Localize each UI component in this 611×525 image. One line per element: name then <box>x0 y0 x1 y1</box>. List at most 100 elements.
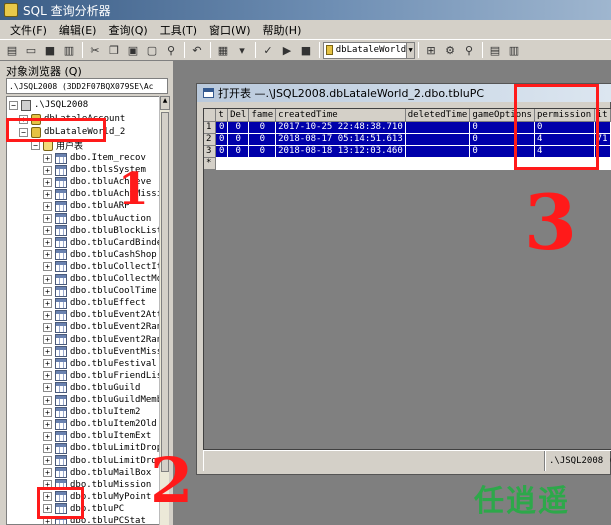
tree-table-node[interactable]: + dbo.tbluEffect <box>43 297 146 309</box>
tree-table-node[interactable]: + dbo.tbluCardBinder <box>43 237 167 249</box>
paste-icon[interactable]: ▣ <box>124 41 142 59</box>
object-tree[interactable]: − .\JSQL2008 + dbLataleAccount − dbLatal… <box>6 96 168 525</box>
tree-table-node[interactable]: + dbo.tbluItem2 <box>43 406 140 418</box>
expand-icon[interactable]: + <box>43 189 52 199</box>
tree-table-node[interactable]: + dbo.tbluFestival <box>43 358 157 370</box>
expand-icon[interactable]: + <box>43 201 52 211</box>
menu-tools[interactable]: 工具(T) <box>154 22 203 38</box>
grid-cell[interactable]: 0 <box>248 121 277 134</box>
tree-table-node[interactable]: + dbo.tbluMailBox <box>43 467 151 479</box>
tree-table-node[interactable]: + dbo.tbluEventMissio <box>43 346 167 358</box>
grid-cell[interactable] <box>405 145 471 158</box>
check-icon[interactable]: ✓ <box>259 41 277 59</box>
scrollbar-thumb[interactable] <box>161 112 169 472</box>
window-list-icon[interactable]: ▥ <box>505 41 523 59</box>
tree-table-node[interactable]: + dbo.tbluCollectItem <box>43 261 167 273</box>
tree-table-node[interactable]: + dbo.tbluCashShop <box>43 249 157 261</box>
menu-edit[interactable]: 编辑(E) <box>53 22 103 38</box>
grid-cell[interactable]: 0 <box>215 121 229 134</box>
expand-icon[interactable]: + <box>43 153 52 163</box>
tree-table-node[interactable]: + dbo.tbluItemExt <box>43 430 151 442</box>
new-query-icon[interactable]: ▤ <box>3 41 21 59</box>
expand-icon[interactable]: + <box>43 310 52 320</box>
grid-cell[interactable] <box>405 133 471 146</box>
grid-cell[interactable] <box>227 157 250 170</box>
column-header[interactable]: fame <box>248 109 277 122</box>
grid-cell[interactable]: 2018-08-18 13:12:03.460 <box>275 145 406 158</box>
grid-cell[interactable] <box>275 157 406 170</box>
chevron-down-icon[interactable]: ▾ <box>233 41 251 59</box>
tree-table-node[interactable]: + dbo.tbluAchvMission <box>43 188 167 200</box>
expand-icon[interactable]: + <box>43 274 52 284</box>
print-icon[interactable]: ▥ <box>60 41 78 59</box>
tree-table-node[interactable]: + dbo.tbluGuildMember <box>43 394 167 406</box>
scroll-up-icon[interactable]: ▲ <box>160 96 170 110</box>
expand-icon[interactable]: + <box>43 238 52 248</box>
open-icon[interactable]: ▭ <box>22 41 40 59</box>
expand-icon[interactable]: + <box>43 250 52 260</box>
expand-icon[interactable]: + <box>43 226 52 236</box>
expand-icon[interactable]: + <box>43 419 52 429</box>
new-row-marker[interactable]: * <box>204 157 217 170</box>
collapse-icon[interactable]: − <box>9 100 18 110</box>
expand-icon[interactable]: + <box>43 407 52 417</box>
grid-cell[interactable]: 0 <box>215 133 229 146</box>
undo-icon[interactable]: ↶ <box>188 41 206 59</box>
menu-query[interactable]: 查询(Q) <box>102 22 153 38</box>
expand-icon[interactable]: + <box>43 395 52 405</box>
expand-icon[interactable]: + <box>43 347 52 357</box>
grid-cell[interactable]: 0 <box>248 145 277 158</box>
row-header[interactable]: 1 <box>204 121 217 134</box>
properties-icon[interactable]: ▤ <box>486 41 504 59</box>
grid-cell[interactable]: 2018-08-17 05:14:51.613 <box>275 133 406 146</box>
expand-icon[interactable]: + <box>43 456 52 465</box>
tree-table-node[interactable]: + dbo.tbluBlockList <box>43 225 162 237</box>
expand-icon[interactable]: + <box>43 335 52 344</box>
expand-icon[interactable]: + <box>43 262 52 272</box>
tree-table-node[interactable]: + dbo.tbluEvent2Rank <box>43 321 167 333</box>
grid-cell[interactable]: 0 <box>227 121 250 134</box>
expand-icon[interactable]: + <box>43 359 52 369</box>
tree-table-node[interactable]: + dbo.tbluEvent2Ranki <box>43 334 167 346</box>
grid-results-icon[interactable]: ▦ <box>214 41 232 59</box>
expand-icon[interactable]: + <box>43 322 52 332</box>
row-header[interactable]: 3 <box>204 145 217 158</box>
tree-table-node[interactable]: + dbo.tbluCoolTime <box>43 285 157 297</box>
tree-table-node[interactable]: + dbo.tbluEvent2Atten <box>43 309 167 321</box>
expand-icon[interactable]: + <box>43 298 52 308</box>
column-header[interactable]: Del <box>227 109 250 122</box>
stop-icon[interactable]: ■ <box>297 41 315 59</box>
grid-cell[interactable] <box>405 157 471 170</box>
server-combo[interactable]: .\JSQL2008 (3DD2F07BQX079SE\Ac <box>6 78 168 94</box>
grid-cell[interactable] <box>215 157 229 170</box>
object-browser-icon[interactable]: ⊞ <box>422 41 440 59</box>
row-header[interactable]: 2 <box>204 133 217 146</box>
clear-icon[interactable]: ▢ <box>143 41 161 59</box>
database-select[interactable]: dbLataleWorld ▼ <box>323 41 415 59</box>
expand-icon[interactable]: + <box>43 468 52 478</box>
tree-table-node[interactable]: + dbo.Item_recov <box>43 152 146 164</box>
column-header[interactable]: t <box>215 109 229 122</box>
expand-icon[interactable]: + <box>43 214 52 223</box>
copy-icon[interactable]: ❐ <box>105 41 123 59</box>
column-header[interactable]: deletedTime <box>405 109 471 122</box>
grid-cell[interactable] <box>248 157 277 170</box>
tree-table-node[interactable]: + dbo.tbluARP <box>43 200 130 212</box>
menu-help[interactable]: 帮助(H) <box>257 22 308 38</box>
expand-icon[interactable]: + <box>43 371 52 381</box>
find-icon[interactable]: ⚲ <box>162 41 180 59</box>
tree-table-node[interactable]: + dbo.tbluFriendList <box>43 370 167 382</box>
expand-icon[interactable]: + <box>43 165 52 175</box>
grid-cell[interactable]: 2017-10-25 22:48:38.710 <box>275 121 406 134</box>
grid-cell[interactable]: 0 <box>227 133 250 146</box>
options-icon[interactable]: ⚲ <box>460 41 478 59</box>
expand-icon[interactable]: + <box>43 383 52 393</box>
grid-cell[interactable]: 0 <box>248 133 277 146</box>
expand-icon[interactable]: + <box>43 443 52 453</box>
execute-icon[interactable]: ▶ <box>278 41 296 59</box>
tree-table-node[interactable]: + dbo.tbluCollectMob <box>43 273 167 285</box>
column-header[interactable]: createdTime <box>275 109 406 122</box>
cut-icon[interactable]: ✂ <box>86 41 104 59</box>
tree-table-node[interactable]: + dbo.tbluGuild <box>43 382 140 394</box>
menu-file[interactable]: 文件(F) <box>4 22 53 38</box>
